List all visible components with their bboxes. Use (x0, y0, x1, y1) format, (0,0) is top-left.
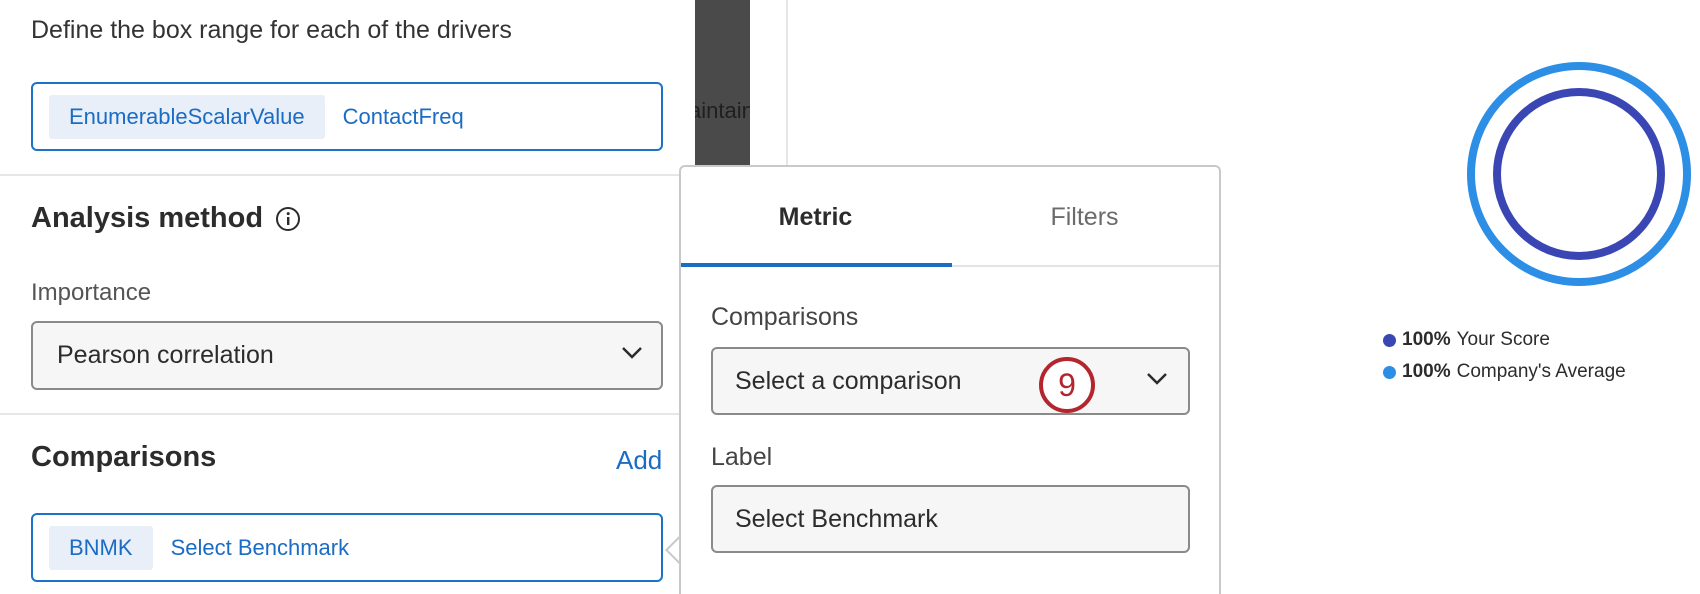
comparison-popover: Metric Filters Comparisons Select a comp… (679, 165, 1221, 594)
company-average-ring (1467, 62, 1691, 286)
importance-select-value: Pearson correlation (57, 341, 274, 369)
widget-editor-panel: Define the box range for each of the dri… (0, 0, 692, 594)
label-input[interactable]: Select Benchmark (711, 485, 1190, 553)
legend-item-your-score: 100% Your Score (1383, 324, 1626, 356)
chevron-down-icon (621, 346, 643, 365)
drivers-field[interactable]: EnumerableScalarValue ContactFreq (31, 82, 663, 151)
comparison-item[interactable]: BNMK Select Benchmark (31, 513, 663, 582)
driver-tag-key: EnumerableScalarValue (49, 94, 325, 139)
legend-value: 100% (1402, 329, 1451, 350)
comparison-tag-value: Select Benchmark (170, 534, 350, 560)
legend-label: Your Score (1456, 329, 1550, 350)
chart-legend: 100% Your Score 100% Company's Average (1383, 324, 1626, 388)
importance-select[interactable]: Pearson correlation (31, 321, 663, 390)
score-ring-chart (1467, 62, 1691, 286)
legend-dot (1383, 365, 1396, 379)
chevron-down-icon (1146, 372, 1168, 391)
step-number-marker: 9 (1039, 357, 1095, 413)
analysis-method-heading: Analysis method (31, 202, 301, 235)
comparisons-field-label: Comparisons (711, 303, 859, 331)
label-field-label: Label (711, 443, 773, 471)
comparison-select-value: Select a comparison (735, 366, 962, 395)
driver-tag-value: ContactFreq (342, 103, 464, 129)
info-circle-icon[interactable] (275, 206, 301, 232)
label-input-value: Select Benchmark (735, 504, 938, 533)
comparisons-title: Comparisons (31, 441, 217, 473)
your-score-ring (1493, 88, 1665, 260)
legend-dot (1383, 333, 1396, 347)
importance-label: Importance (31, 279, 152, 306)
active-tab-indicator (681, 263, 952, 267)
clipped-background-text: aintain (695, 98, 750, 123)
comparison-tag-key: BNMK (49, 525, 153, 570)
drivers-instructions: Define the box range for each of the dri… (31, 16, 512, 44)
section-divider (0, 413, 692, 415)
legend-value: 100% (1402, 361, 1451, 382)
tab-metric[interactable]: Metric (681, 167, 950, 267)
section-divider (0, 174, 692, 176)
analysis-method-title: Analysis method (31, 202, 264, 234)
legend-label: Company's Average (1456, 361, 1626, 382)
popover-tabs: Metric Filters (681, 167, 1219, 267)
legend-item-company-average: 100% Company's Average (1383, 356, 1626, 388)
add-comparison-link[interactable]: Add (616, 445, 662, 476)
comparison-select[interactable]: Select a comparison 9 (711, 347, 1190, 415)
comparisons-heading: Comparisons (31, 441, 216, 474)
tab-filters[interactable]: Filters (950, 167, 1219, 267)
